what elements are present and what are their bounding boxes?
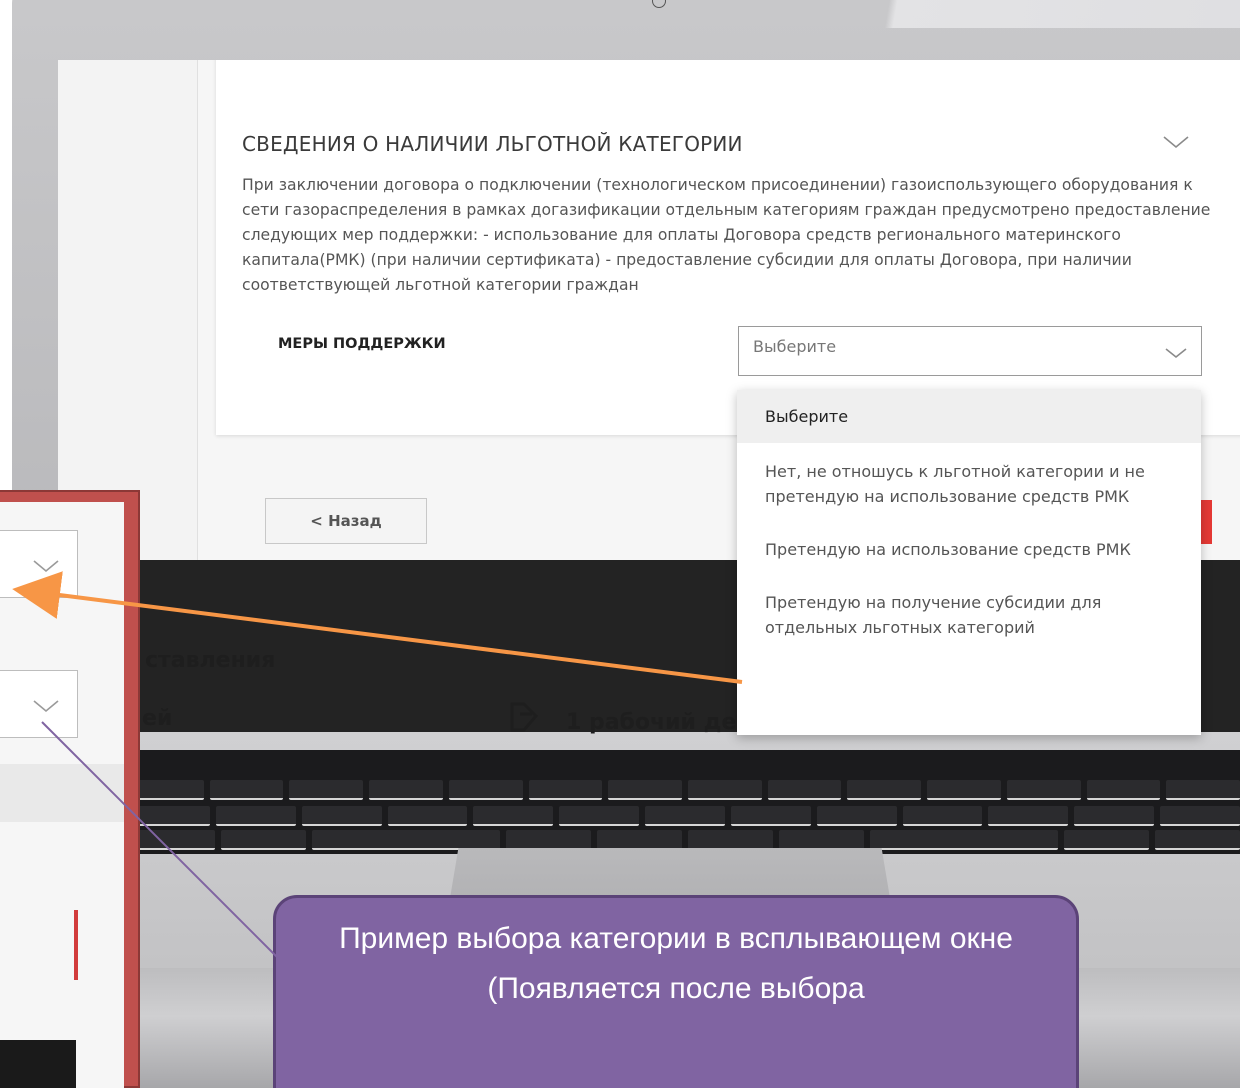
section-description: При заключении договора о подключении (т… [242,176,1211,294]
background-text: ей [142,706,173,731]
zoomed-row [0,764,124,822]
select-value: Выберите [753,337,837,356]
chevron-down-icon [33,700,59,713]
back-button[interactable]: < Назад [265,498,427,544]
background-text: ставления [145,648,276,673]
dropdown-option[interactable]: Выберите [737,390,1201,443]
key-row [130,780,1240,800]
zoomed-black-block [0,1040,76,1088]
clock-icon [510,702,539,732]
keyboard [130,750,1240,854]
section-title: СВЕДЕНИЯ О НАЛИЧИИ ЛЬГОТНОЙ КАТЕГОРИИ [242,132,743,156]
benefit-category-card: СВЕДЕНИЯ О НАЛИЧИИ ЛЬГОТНОЙ КАТЕГОРИИ Пр… [216,60,1240,435]
camera-icon [652,0,666,8]
background-text: 1 рабочий де [566,710,737,735]
support-measures-dropdown: Выберите Нет, не отношусь к льготной кат… [737,390,1201,735]
dropdown-option[interactable]: Претендую на использование средств РМК [737,521,1201,574]
zoomed-red-strip [74,910,78,980]
support-measures-label: МЕРЫ ПОДДЕРЖКИ [278,336,446,352]
key-row [130,806,1240,826]
bezel-glare [862,0,1240,28]
zoom-panel-content [0,502,124,1088]
dropdown-option[interactable]: Претендую на получение субсидии для отде… [737,574,1201,652]
chevron-down-icon [33,560,59,573]
support-measures-select[interactable]: Выберите [738,326,1202,376]
chevron-down-icon [1165,348,1187,359]
page-left-strip [58,60,198,560]
dropdown-option[interactable]: Нет, не отношусь к льготной категории и … [737,443,1201,521]
zoomed-select[interactable] [0,670,78,738]
callout-box: Пример выбора категории в всплывающем ок… [273,895,1079,1088]
key-row [130,830,1240,850]
chevron-down-icon[interactable] [1162,134,1190,150]
zoom-panel [0,490,140,1088]
zoomed-select[interactable] [0,530,78,598]
